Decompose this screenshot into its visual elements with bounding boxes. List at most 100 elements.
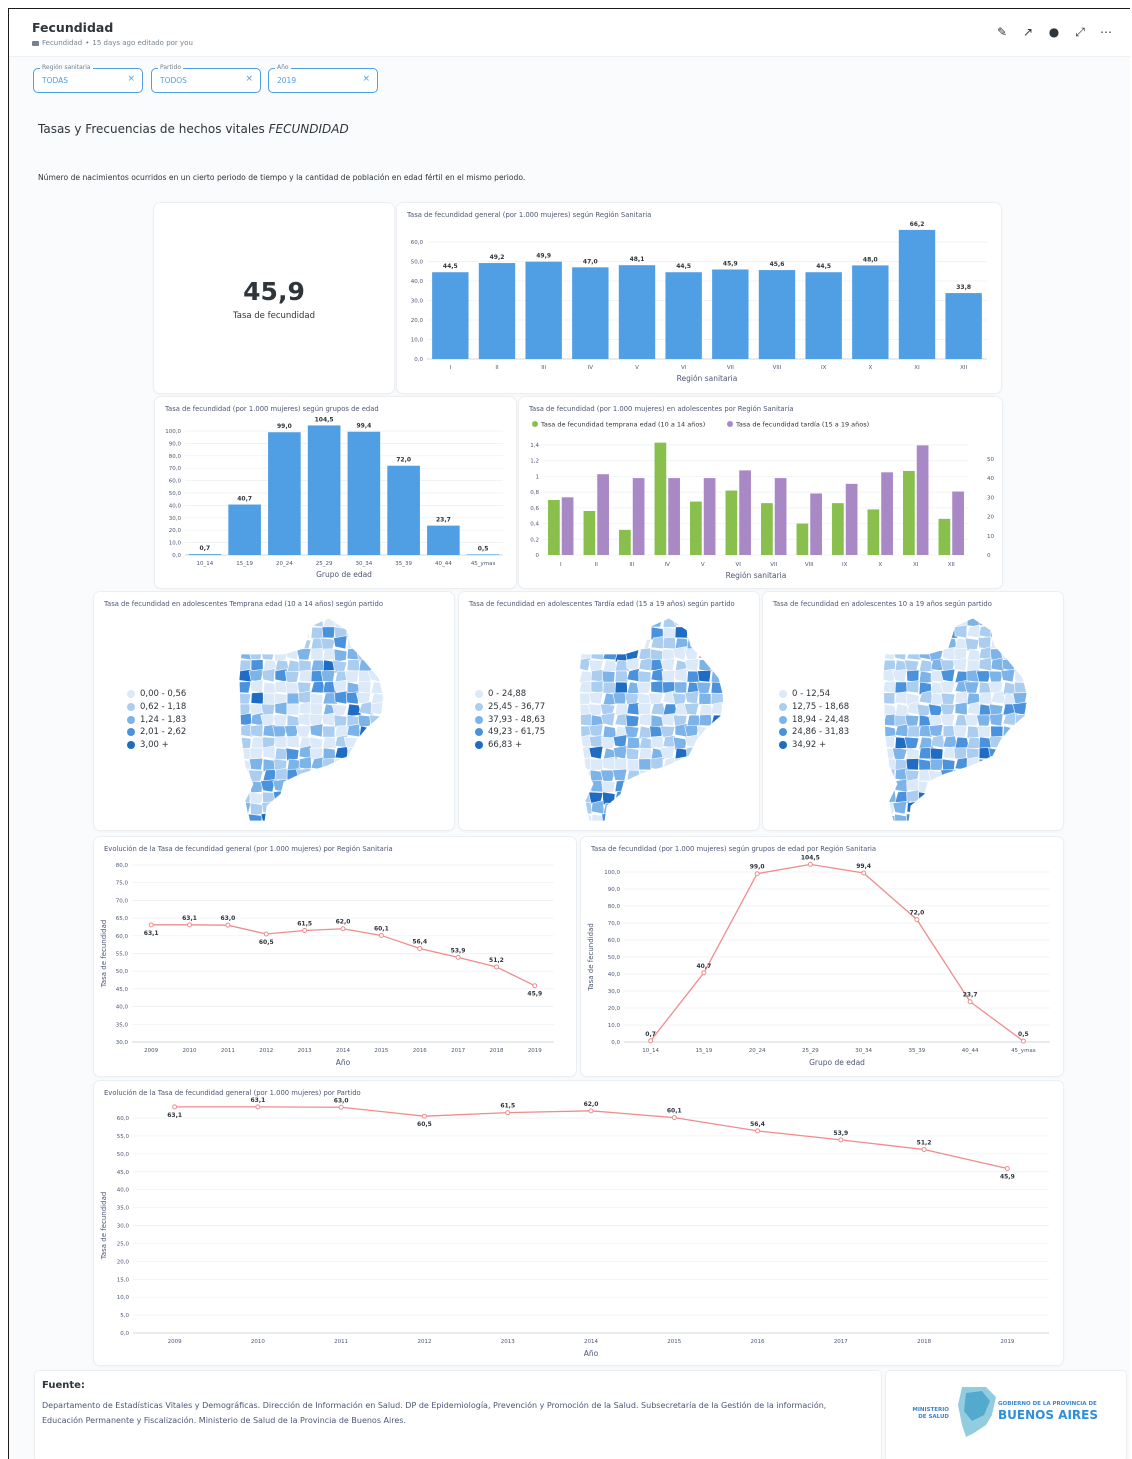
partido-region[interactable] — [686, 625, 703, 639]
partido-region[interactable] — [298, 789, 312, 804]
partido-region[interactable] — [987, 812, 1004, 825]
partido-region[interactable] — [636, 681, 652, 694]
partido-region[interactable] — [722, 825, 729, 826]
partido-region[interactable] — [906, 800, 920, 815]
partido-region[interactable] — [894, 823, 907, 826]
partido-region[interactable] — [638, 670, 652, 684]
partido-region[interactable] — [261, 800, 276, 815]
partido-region[interactable] — [685, 758, 700, 773]
partido-region[interactable] — [298, 780, 312, 794]
partido-region[interactable] — [988, 670, 1004, 683]
partido-region[interactable] — [1014, 713, 1028, 727]
partido-region[interactable] — [299, 825, 312, 826]
partido-region[interactable] — [954, 780, 968, 793]
partido-region[interactable] — [600, 616, 616, 628]
partido-region[interactable] — [347, 825, 361, 826]
partido-region[interactable] — [954, 736, 970, 750]
partido-region[interactable] — [239, 681, 252, 694]
partido-region[interactable] — [930, 779, 947, 793]
partido-region[interactable] — [940, 616, 956, 628]
partido-region[interactable] — [906, 626, 920, 639]
partido-region[interactable] — [978, 823, 991, 826]
partido-region[interactable] — [333, 648, 348, 663]
partido-region[interactable] — [286, 802, 301, 816]
partido-region[interactable] — [919, 825, 933, 826]
partido-region[interactable] — [965, 824, 979, 826]
partido-region[interactable] — [273, 714, 288, 727]
partido-region[interactable] — [906, 636, 920, 650]
partido-region[interactable] — [684, 767, 700, 782]
partido-region[interactable] — [930, 802, 947, 816]
partido-region[interactable] — [686, 790, 702, 804]
partido-region[interactable] — [942, 801, 957, 815]
partido-region[interactable] — [638, 800, 652, 815]
partido-region[interactable] — [251, 824, 264, 826]
partido-region[interactable] — [1002, 747, 1016, 762]
partido-region[interactable] — [942, 790, 958, 804]
partido-region[interactable] — [964, 780, 980, 794]
partido-region[interactable] — [906, 680, 920, 694]
partido-region[interactable] — [684, 616, 700, 628]
partido-region[interactable] — [346, 659, 361, 672]
partido-region[interactable] — [939, 703, 956, 716]
partido-region[interactable] — [625, 747, 640, 761]
partido-region[interactable] — [370, 811, 384, 825]
partido-region[interactable] — [321, 811, 336, 825]
partido-region[interactable] — [698, 767, 714, 782]
partido-region[interactable] — [320, 669, 336, 683]
close-icon[interactable]: × — [362, 74, 370, 84]
partido-region[interactable] — [698, 616, 713, 628]
partido-region[interactable] — [358, 780, 372, 793]
partido-region[interactable] — [710, 802, 724, 817]
partido-region[interactable] — [918, 616, 932, 628]
partido-region[interactable] — [684, 690, 700, 705]
partido-region[interactable] — [334, 812, 348, 825]
partido-region[interactable] — [346, 802, 362, 817]
partido-region[interactable] — [590, 626, 606, 641]
partido-region[interactable] — [674, 802, 690, 816]
clock-icon[interactable]: ● — [1048, 25, 1060, 39]
partido-region[interactable] — [358, 769, 374, 783]
partido-region[interactable] — [368, 735, 384, 749]
partido-region[interactable] — [284, 616, 300, 628]
partido-region[interactable] — [1025, 648, 1033, 661]
partido-region[interactable] — [930, 813, 947, 826]
partido-region[interactable] — [346, 769, 362, 783]
partido-region[interactable] — [311, 824, 323, 826]
partido-region[interactable] — [697, 824, 711, 826]
partido-region[interactable] — [661, 802, 676, 817]
partido-region[interactable] — [903, 736, 920, 750]
partido-region[interactable] — [720, 714, 729, 727]
partido-region[interactable] — [601, 812, 616, 825]
partido-region[interactable] — [978, 692, 993, 705]
partido-region[interactable] — [322, 769, 337, 784]
partido-region[interactable] — [711, 825, 724, 826]
partido-region[interactable] — [323, 824, 337, 826]
partido-region[interactable] — [591, 825, 603, 826]
partido-region[interactable] — [721, 703, 729, 717]
collection-link[interactable]: Fecundidad — [42, 39, 82, 47]
partido-region[interactable] — [988, 713, 1004, 727]
partido-region[interactable] — [588, 691, 604, 705]
partido-region[interactable] — [637, 813, 652, 826]
partido-region[interactable] — [917, 624, 932, 639]
partido-region[interactable] — [370, 791, 384, 806]
partido-region[interactable] — [721, 769, 729, 783]
partido-region[interactable] — [892, 669, 908, 683]
partido-region[interactable] — [1025, 746, 1033, 760]
partido-region[interactable] — [296, 648, 312, 661]
partido-region[interactable] — [650, 780, 664, 794]
partido-region[interactable] — [708, 736, 724, 751]
partido-region[interactable] — [708, 747, 724, 761]
partido-region[interactable] — [1026, 725, 1033, 740]
partido-region[interactable] — [662, 813, 676, 826]
partido-region[interactable] — [626, 626, 640, 639]
partido-region[interactable] — [1002, 801, 1016, 815]
partido-region[interactable] — [603, 824, 617, 826]
partido-region[interactable] — [344, 756, 360, 771]
partido-region[interactable] — [239, 625, 252, 639]
partido-region[interactable] — [261, 668, 276, 683]
partido-region[interactable] — [686, 802, 700, 815]
partido-region[interactable] — [894, 778, 909, 793]
partido-region[interactable] — [1001, 657, 1016, 672]
